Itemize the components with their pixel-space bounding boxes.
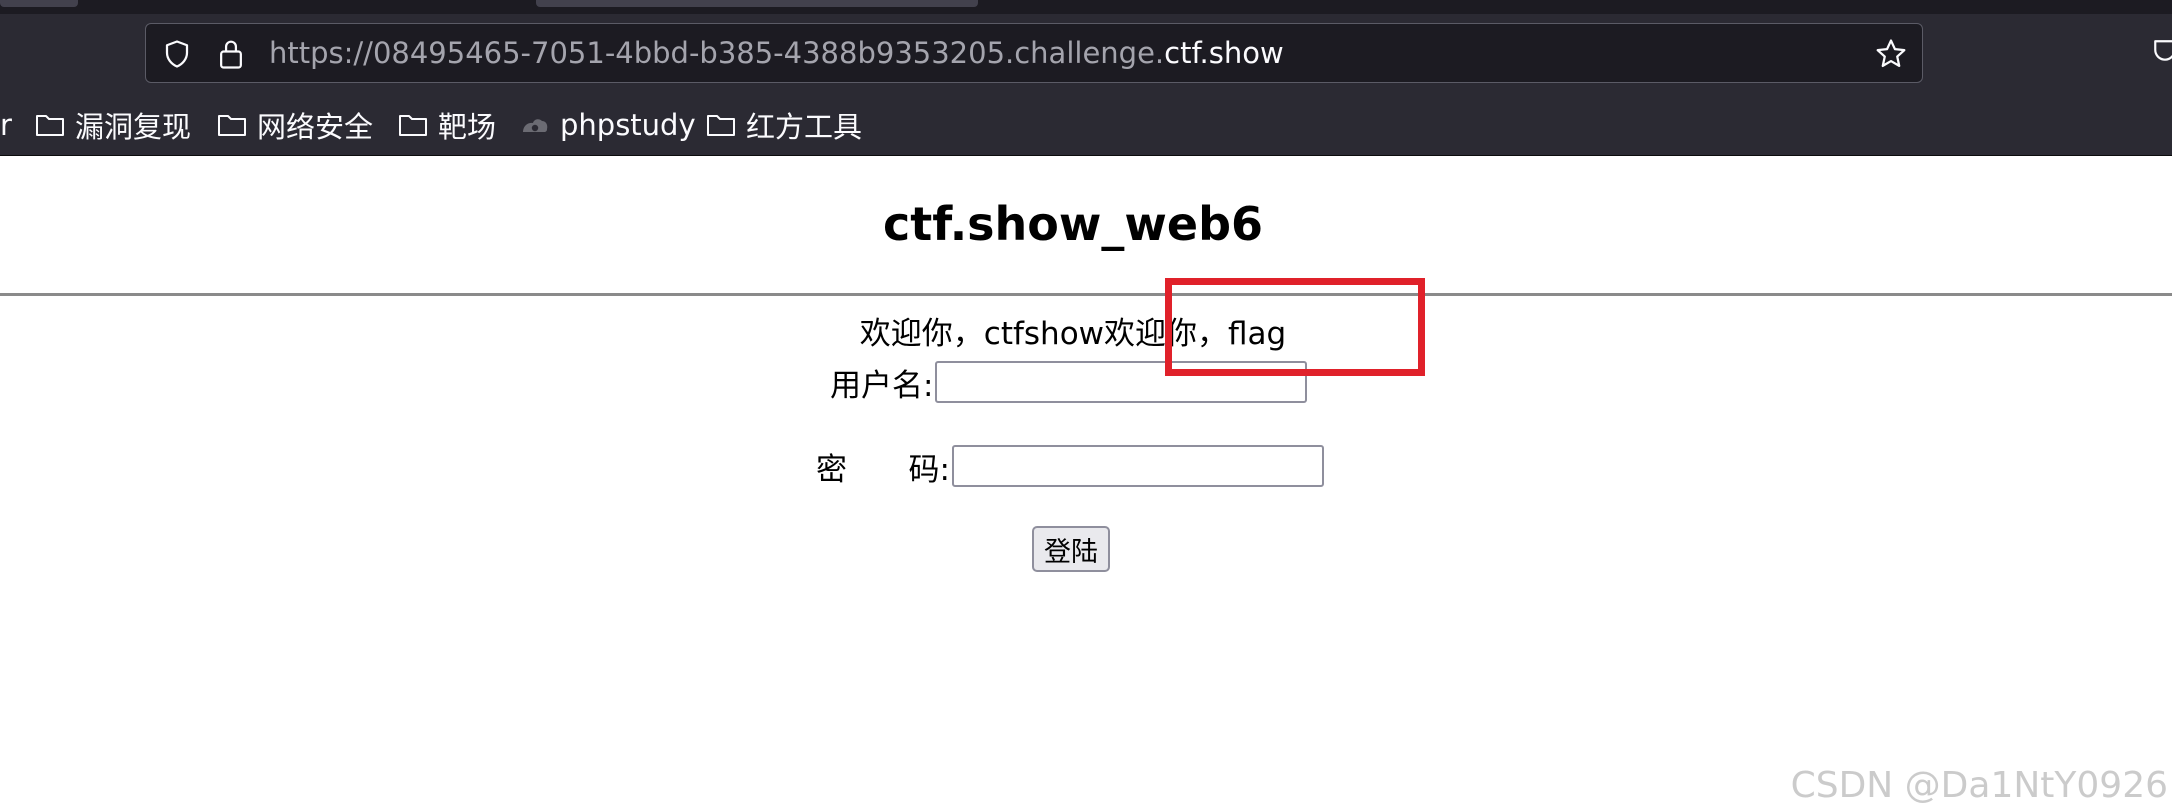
browser-chrome: https://08495465-7051-4bbd-b385-4388b935… xyxy=(0,0,2172,156)
bookmark-label: 红方工具 xyxy=(746,110,863,144)
site-favicon-icon xyxy=(523,119,548,132)
horizontal-rule xyxy=(0,293,2172,296)
login-button[interactable]: 登陆 xyxy=(1032,526,1110,572)
red-highlight-annotation xyxy=(1165,278,1425,376)
browser-tab[interactable] xyxy=(0,0,78,7)
bookmark-vuln-repro[interactable]: 漏洞复现 xyxy=(35,107,192,144)
bookmark-label: 网络安全 xyxy=(257,110,374,144)
password-label-part1: 密 xyxy=(816,451,847,488)
tab-strip xyxy=(0,0,2172,14)
shield-icon[interactable] xyxy=(162,39,192,69)
browser-tab-active[interactable] xyxy=(536,0,978,7)
url-prefix: https://08495465-7051-4bbd-b385-4388b935… xyxy=(269,36,1165,70)
pocket-icon[interactable] xyxy=(2152,36,2172,66)
bookmark-network-security[interactable]: 网络安全 xyxy=(217,107,374,144)
url-text[interactable]: https://08495465-7051-4bbd-b385-4388b935… xyxy=(269,35,1284,71)
password-input[interactable] xyxy=(952,445,1324,487)
bookmarks-toolbar: r 漏洞复现 网络安全 靶场 phpstudy 红方工具 xyxy=(0,100,2172,150)
folder-icon xyxy=(36,115,64,136)
password-label-part2: 码: xyxy=(908,451,950,488)
url-domain: ctf.show xyxy=(1164,36,1284,70)
web-page: ctf.show_web6 欢迎你，ctfshow欢迎你，flag 用户名: 密… xyxy=(0,156,2172,808)
username-label: 用户名: xyxy=(830,367,934,404)
welcome-message: 欢迎你，ctfshow欢迎你，flag xyxy=(859,316,1287,352)
page-title: ctf.show_web6 xyxy=(882,197,1264,251)
bookmark-label: 漏洞复现 xyxy=(75,110,192,144)
bookmark-cutoff-label[interactable]: r xyxy=(0,107,12,143)
star-icon[interactable] xyxy=(1874,37,1908,71)
password-label: 密 码: xyxy=(816,444,950,489)
lock-icon[interactable] xyxy=(216,38,246,70)
folder-icon xyxy=(399,115,427,136)
folder-icon xyxy=(218,115,246,136)
bookmark-range[interactable]: 靶场 xyxy=(398,107,497,144)
bookmark-label: 靶场 xyxy=(438,110,497,144)
password-row: 密 码: xyxy=(816,442,1324,490)
folder-icon xyxy=(707,115,735,136)
address-bar[interactable]: https://08495465-7051-4bbd-b385-4388b935… xyxy=(145,23,1923,83)
bookmark-phpstudy[interactable]: phpstudy xyxy=(520,107,696,143)
bookmark-label: phpstudy xyxy=(560,108,696,142)
bookmark-red-team-tools[interactable]: 红方工具 xyxy=(706,107,863,144)
watermark: CSDN @Da1NtY0926 xyxy=(1790,765,2168,806)
